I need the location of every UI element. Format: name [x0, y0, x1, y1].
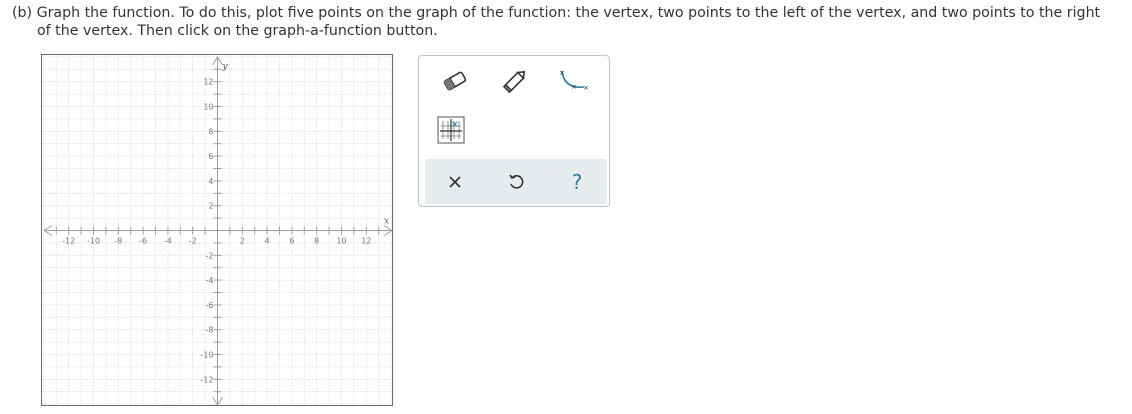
x-tick-label: -6 [139, 237, 147, 246]
eraser-button[interactable] [435, 64, 475, 98]
coordinate-plane[interactable]: x y -12 -10 -8 -6 -4 -2 2 4 6 8 10 12 12 10 8 6 4 2 -2 -4 -6 -8… [42, 55, 393, 406]
point-table-icon: × [437, 116, 465, 144]
svg-text:×: × [451, 120, 459, 130]
x-tick-label: -8 [114, 237, 122, 246]
instruction-text: (b) Graph the function. To do this, plot… [12, 5, 1122, 40]
x-tick-label: 12 [361, 237, 371, 246]
graph-a-function-button[interactable]: × × × [553, 64, 593, 98]
undo-icon [509, 174, 524, 189]
x-axis-label: x [384, 217, 389, 227]
help-button[interactable]: ? [559, 165, 595, 199]
x-tick-label: -2 [189, 237, 197, 246]
instruction-line-2: of the vertex. Then click on the graph-a… [37, 22, 438, 39]
x-tick-label: 10 [336, 237, 346, 246]
pencil-icon [502, 70, 526, 94]
x-tick-label: 6 [289, 237, 294, 246]
instruction-line-1: (b) Graph the function. To do this, plot… [12, 5, 1101, 21]
svg-text:×: × [583, 84, 589, 92]
eraser-icon [443, 71, 467, 91]
y-tick-label: 12 [203, 78, 213, 87]
point-table-button[interactable]: × [431, 113, 471, 147]
y-tick-label: -12 [200, 375, 213, 384]
svg-text:×: × [571, 83, 577, 91]
y-tick-label: 4 [208, 177, 213, 186]
close-icon [449, 176, 461, 188]
clear-button[interactable] [437, 165, 473, 199]
action-bar: ? [425, 159, 607, 204]
y-tick-label: -4 [206, 276, 214, 285]
x-tick-label: -4 [164, 237, 172, 246]
x-tick-label: 8 [314, 237, 319, 246]
pencil-button[interactable] [495, 64, 535, 98]
y-tick-label: 10 [203, 103, 213, 112]
y-tick-label: -2 [206, 251, 214, 260]
graph-canvas[interactable]: x y -12 -10 -8 -6 -4 -2 2 4 6 8 10 12 12 10 8 6 4 2 -2 -4 -6 -8… [41, 54, 393, 406]
parabola-curve-icon: × × × [559, 69, 589, 92]
help-icon: ? [571, 170, 583, 194]
y-tick-label: -8 [206, 326, 214, 335]
svg-text:×: × [559, 69, 565, 77]
graph-tools-panel: × × × × ? [418, 55, 610, 207]
y-tick-label: -6 [206, 301, 214, 310]
y-axis-label: y [222, 62, 229, 72]
x-tick-label: -12 [62, 237, 75, 246]
y-tick-label: -10 [200, 351, 213, 360]
y-tick-label: 6 [208, 152, 213, 161]
x-tick-label: 2 [240, 237, 245, 246]
undo-button[interactable] [498, 165, 534, 199]
y-tick-label: 2 [208, 202, 213, 211]
x-tick-label: -10 [87, 237, 100, 246]
x-tick-label: 4 [265, 237, 270, 246]
y-tick-label: 8 [208, 127, 213, 136]
